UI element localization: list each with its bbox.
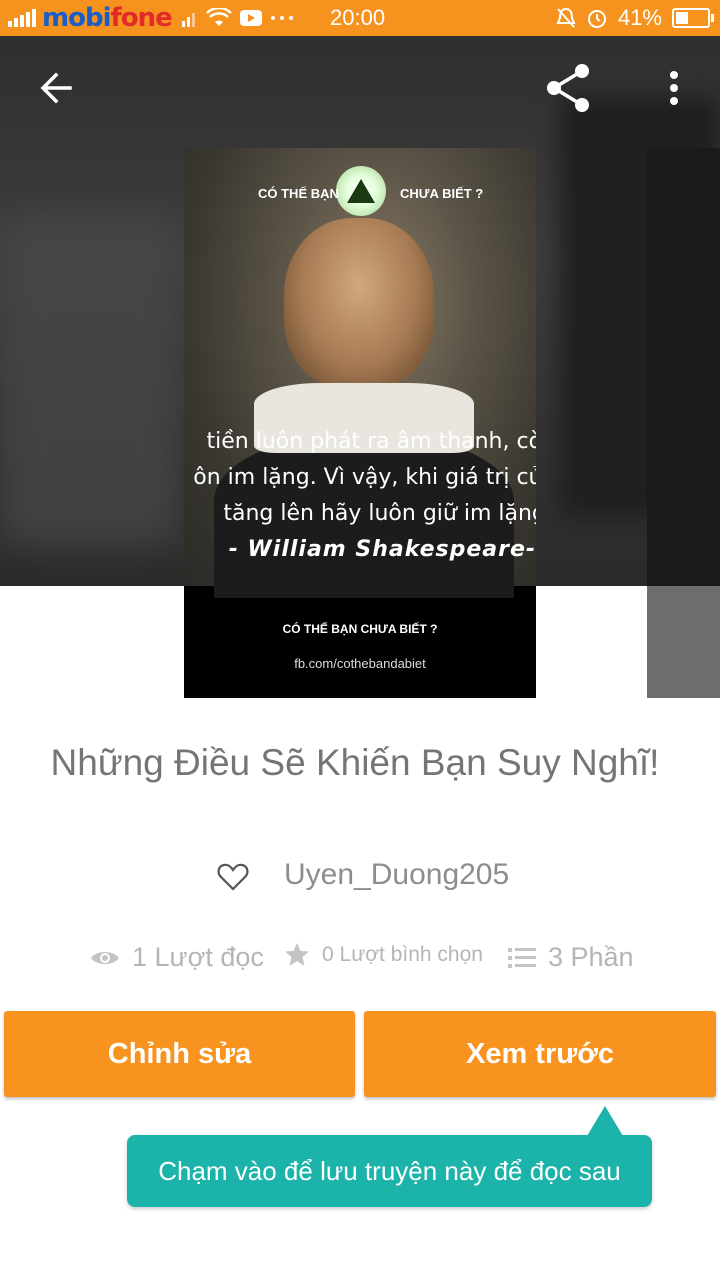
carrier-part1: mobi xyxy=(42,3,111,33)
list-icon xyxy=(508,947,536,968)
next-cover-peek[interactable] xyxy=(647,148,720,698)
status-time: 20:00 xyxy=(330,5,386,30)
signal-small-icon xyxy=(181,13,195,27)
signal-icon xyxy=(8,9,36,27)
edit-button[interactable]: Chỉnh sửa xyxy=(4,1011,355,1097)
quote-author: - William Shakespeare- xyxy=(228,537,536,562)
notification-icons xyxy=(181,8,294,28)
save-hint-tooltip[interactable]: Chạm vào để lưu truyện này để đọc sau xyxy=(127,1135,652,1207)
carrier-name: mobifone xyxy=(42,3,173,33)
status-left: mobifone xyxy=(8,0,294,36)
star-icon xyxy=(285,943,309,966)
back-arrow-icon xyxy=(40,72,72,104)
story-title: Những Điều Sẽ Khiến Bạn Suy Nghĩ! xyxy=(50,742,660,783)
quote-line-2: ôn im lặng. Vì vậy, khi giá trị của xyxy=(193,465,536,490)
author-name[interactable]: Uyen_Duong205 xyxy=(284,858,509,892)
cover-tag-left: CÓ THỂ BẠN xyxy=(258,186,339,201)
alarm-clock-icon xyxy=(587,10,606,28)
carrier-part2: fone xyxy=(110,3,172,33)
story-stats: 1 Lượt đọc 0 Lượt bình chọn 3 Phần xyxy=(0,942,720,986)
story-cover-image[interactable]: CÓ THỂ BẠN CHƯA BIẾT ? tiền luôn phát ra… xyxy=(184,148,536,698)
parts-count: 3 Phần xyxy=(548,942,634,972)
status-right: 41% xyxy=(556,0,714,36)
next-cover-lower xyxy=(647,586,720,698)
portrait-head xyxy=(284,218,434,388)
quote-line-3: tăng lên hãy luôn giữ im lặng" xyxy=(223,501,536,526)
stat-votes: 0 Lượt bình chọn xyxy=(284,942,483,968)
cover-tag-right: CHƯA BIẾT ? xyxy=(400,186,484,201)
stat-views: 1 Lượt đọc xyxy=(90,942,264,973)
views-count: 1 Lượt đọc xyxy=(132,942,264,972)
alarm-off-icon xyxy=(556,7,576,28)
cover-footer-url: fb.com/cothebandabiet xyxy=(294,656,426,671)
youtube-icon xyxy=(239,10,262,26)
share-button[interactable] xyxy=(540,60,596,116)
votes-count: 0 Lượt bình chọn xyxy=(322,943,483,966)
more-dots-icon xyxy=(270,16,293,20)
cover-quote: tiền luôn phát ra âm thanh, còn ôn im lặ… xyxy=(184,424,536,568)
wifi-icon xyxy=(205,8,232,26)
more-vertical-icon xyxy=(670,71,678,105)
tooltip-pointer xyxy=(587,1106,623,1136)
battery-level-fill xyxy=(676,12,689,24)
heart-icon[interactable] xyxy=(217,862,249,892)
pyramid-eye-icon xyxy=(336,166,386,216)
battery-icon xyxy=(672,8,714,28)
back-button[interactable] xyxy=(28,60,84,116)
share-icon xyxy=(547,64,589,112)
eye-icon xyxy=(91,951,119,964)
preview-button[interactable]: Xem trước xyxy=(364,1011,716,1097)
stat-parts: 3 Phần xyxy=(508,942,634,973)
battery-percent: 41% xyxy=(617,5,662,30)
quote-line-1: tiền luôn phát ra âm thanh, còn xyxy=(206,429,536,454)
blurred-backdrop-left xyxy=(0,216,180,546)
more-options-button[interactable] xyxy=(646,60,702,116)
author-row: Uyen_Duong205 xyxy=(0,856,720,902)
cover-footer-title: CÓ THỂ BẠN CHƯA BIẾT ? xyxy=(282,622,438,636)
status-bar: mobifone 20:00 41% xyxy=(0,0,720,36)
